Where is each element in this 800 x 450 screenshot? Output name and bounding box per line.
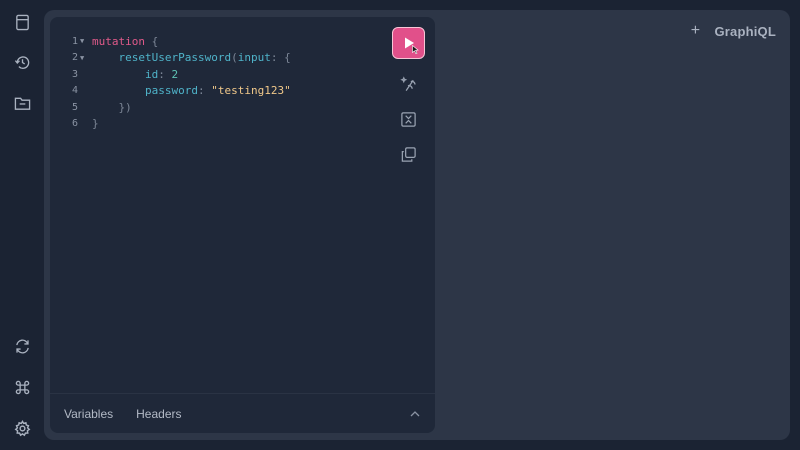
code-line[interactable]: 1 ▼ mutation {	[64, 33, 291, 50]
magic-wand-icon	[400, 75, 416, 91]
docs-icon[interactable]	[8, 8, 36, 36]
tab-headers[interactable]: Headers	[136, 403, 181, 425]
code-token: 2	[171, 67, 179, 81]
code-token: (	[231, 51, 238, 65]
code-line[interactable]: 2 ▼ resetUserPassword(input: {	[64, 50, 291, 67]
query-editor-panel: 1 ▼ mutation {2 ▼ resetUserPassword(input: …	[50, 17, 435, 433]
fold-arrow-icon[interactable]: ▼	[78, 54, 92, 62]
code-token: }	[92, 117, 99, 131]
chevron-up-icon[interactable]	[407, 407, 423, 421]
code-token: id	[144, 67, 159, 81]
explorer-folder-icon[interactable]	[8, 89, 36, 117]
execute-query-button[interactable]	[392, 27, 425, 59]
line-number: 6	[71, 118, 78, 130]
code-line[interactable]: 5 })	[64, 99, 291, 116]
code-token: password	[144, 84, 198, 98]
code-token: :	[158, 67, 172, 81]
settings-gear-icon[interactable]	[8, 414, 36, 442]
code-token: :	[197, 84, 212, 98]
code-token: mutation	[92, 34, 145, 48]
cursor-icon	[412, 45, 419, 54]
code-token: })	[118, 100, 132, 114]
code-line[interactable]: 6}	[64, 116, 291, 133]
merge-fragments-button[interactable]	[392, 106, 425, 132]
code-line[interactable]: 4 password: "testing123"	[64, 83, 291, 100]
refetch-schema-icon[interactable]	[8, 332, 36, 360]
line-number: 2	[71, 52, 78, 64]
keyboard-shortcuts-icon[interactable]	[8, 373, 36, 401]
editor-footer: Variables Headers	[50, 393, 435, 433]
prettify-button[interactable]	[392, 71, 425, 97]
main-panel: + GraphiQL 1 ▼ mutation {2 ▼ resetUserPassw…	[44, 10, 790, 440]
line-number: 5	[71, 101, 78, 113]
graphiql-logo: GraphiQL	[714, 23, 776, 39]
editor-toolbar	[392, 27, 426, 167]
code-token: resetUserPassword	[118, 51, 232, 65]
code-token: : {	[270, 51, 291, 65]
line-number: 4	[71, 85, 78, 97]
fold-arrow-icon[interactable]: ▼	[78, 37, 92, 45]
add-tab-button[interactable]: +	[686, 22, 704, 40]
history-icon[interactable]	[8, 48, 36, 76]
tab-variables[interactable]: Variables	[64, 403, 113, 425]
code-token: "testing123"	[211, 84, 291, 98]
copy-icon	[401, 146, 416, 162]
sidebar	[0, 0, 44, 450]
code-line[interactable]: 3 id: 2	[64, 66, 291, 83]
code-token: input	[237, 51, 271, 65]
query-editor[interactable]: 1 ▼ mutation {2 ▼ resetUserPassword(input: …	[64, 33, 291, 132]
line-number: 1	[71, 35, 78, 47]
copy-query-button[interactable]	[392, 141, 425, 167]
code-token: {	[144, 34, 159, 48]
header-actions: + GraphiQL	[686, 20, 776, 42]
merge-icon	[401, 111, 416, 127]
line-number: 3	[71, 68, 78, 80]
